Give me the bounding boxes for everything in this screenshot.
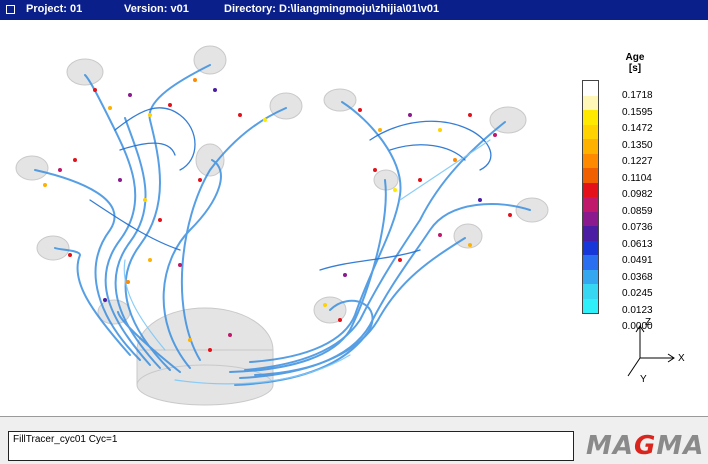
status-text: FillTracer_cyc01 Cyc=1 xyxy=(13,434,118,445)
project-label: Project: 01 xyxy=(26,3,83,15)
status-bar: FillTracer_cyc01 Cyc=1 MAGMA xyxy=(0,417,708,464)
color-scale-value: 0.1472 xyxy=(622,123,653,134)
color-scale-swatch xyxy=(583,298,598,313)
axis-z-label: Z xyxy=(645,317,652,328)
color-scale-value: 0.0859 xyxy=(622,205,653,217)
color-scale-value: 0.1227 xyxy=(622,156,653,167)
axis-x-label: X xyxy=(678,353,685,364)
directory-label: Directory: D:\liangmingmoju\zhijia\01\v0… xyxy=(224,3,440,15)
casting-flow-render xyxy=(15,45,675,406)
color-scale-swatch xyxy=(583,81,598,96)
color-scale-swatch xyxy=(583,240,598,255)
color-scale-value: 0.0368 xyxy=(622,271,653,283)
color-scale-swatch xyxy=(583,284,598,299)
color-scale-value: 0.0613 xyxy=(622,238,653,250)
window-menu-icon[interactable] xyxy=(6,5,15,14)
version-label: Version: v01 xyxy=(124,3,189,15)
color-scale-swatch xyxy=(583,269,598,284)
color-scale-swatch xyxy=(583,110,598,125)
color-scale-value: 0.1718 xyxy=(622,90,653,101)
color-scale-labels: 0.1718 0.1595 0.1472 0.1350 0.1227 0.1104 0.09… xyxy=(622,88,653,336)
color-scale-swatch xyxy=(583,168,598,183)
color-scale-value: 0.0736 xyxy=(622,222,653,233)
color-scale-swatch xyxy=(583,197,598,212)
legend-title: Age [s] xyxy=(600,52,670,74)
title-bar: Project: 01 Version: v01 Directory: D:\l… xyxy=(0,0,708,20)
color-scale-swatch xyxy=(583,211,598,226)
color-scale-value: 0.0491 xyxy=(622,255,653,266)
color-scale-swatch xyxy=(583,255,598,270)
color-scale-value: 0.0982 xyxy=(622,189,653,200)
simulation-viewport[interactable]: Age [s] 0.1718 0.1595 0.1472 0.1350 0.1227 0.… xyxy=(0,20,708,417)
color-scale-value: 0.0245 xyxy=(622,288,653,299)
legend-unit: [s] xyxy=(628,63,642,74)
color-scale-swatch xyxy=(583,124,598,139)
color-scale-swatch xyxy=(583,153,598,168)
status-message: FillTracer_cyc01 Cyc=1 xyxy=(8,431,574,461)
axis-y-label: Y xyxy=(640,374,647,385)
legend-title-text: Age xyxy=(625,52,645,63)
color-scale-swatch xyxy=(583,182,598,197)
color-scale-swatch xyxy=(583,95,598,110)
color-scale-bar xyxy=(582,80,599,314)
color-scale-value: 0.1350 xyxy=(622,139,653,151)
color-scale-value: 0.1595 xyxy=(622,106,653,118)
magma-logo: MAGMA xyxy=(586,431,705,461)
color-scale-swatch xyxy=(583,226,598,241)
color-scale-swatch xyxy=(583,139,598,154)
color-scale-value: 0.1104 xyxy=(622,172,652,184)
